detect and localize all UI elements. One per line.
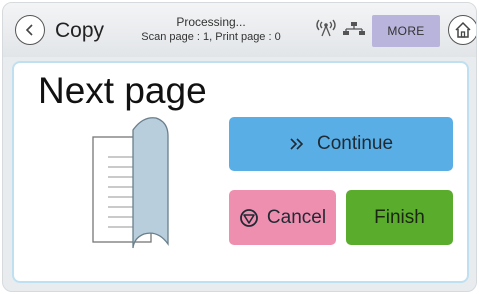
double-chevron-right-icon (289, 137, 305, 151)
finish-label: Finish (374, 206, 425, 228)
home-button[interactable] (448, 15, 476, 45)
top-bar: Copy Processing... Scan page : 1, Print … (3, 3, 476, 57)
continue-label: Continue (316, 133, 394, 154)
home-icon (455, 21, 471, 38)
wireless-signal-icon (316, 19, 336, 37)
back-arrow-icon (25, 24, 33, 36)
status-page-counts: Scan page : 1, Print page : 0 (141, 31, 281, 43)
cancel-label: Cancel (266, 206, 327, 228)
stop-icon (239, 208, 259, 228)
next-page-heading: Next page (38, 70, 207, 111)
screen-title: Copy (55, 19, 105, 42)
continue-button[interactable]: Continue (229, 117, 453, 171)
job-status: Processing... Scan page : 1, Print page … (131, 15, 291, 45)
back-button[interactable] (15, 15, 45, 45)
page-turn-icon (92, 117, 169, 249)
cancel-button[interactable]: Cancel (229, 190, 336, 245)
status-processing: Processing... (176, 15, 246, 29)
more-button[interactable]: MORE (372, 15, 440, 47)
finish-button[interactable]: Finish (346, 190, 453, 245)
network-icon (343, 22, 365, 35)
